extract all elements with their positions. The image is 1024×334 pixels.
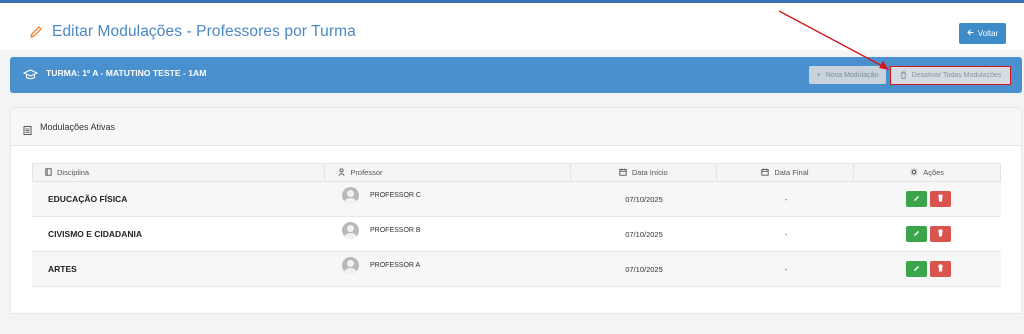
pencil-icon [913, 265, 920, 274]
edit-button[interactable] [905, 226, 927, 242]
header-disciplina[interactable]: Disciplina [33, 164, 326, 181]
page-header: Editar Modulações - Professores por Turm… [0, 3, 1024, 50]
delete-button[interactable] [929, 226, 951, 242]
trash-icon [937, 229, 944, 239]
data-inicio-cell: 07/10/2025 [625, 264, 663, 274]
table-row: ARTES PROFESSOR A 07/10/2025 - [32, 252, 1001, 287]
calendar-icon [619, 168, 627, 178]
user-icon [338, 167, 345, 178]
disciplina-cell: ARTES [48, 264, 77, 274]
data-inicio-cell: 07/10/2025 [625, 229, 663, 239]
trash-icon [937, 264, 944, 274]
page-title: Editar Modulações - Professores por Turm… [52, 23, 356, 40]
data-final-cell: - [784, 229, 788, 239]
delete-button[interactable] [929, 261, 951, 277]
trash-icon [900, 71, 907, 81]
active-modulations-card: Modulações Ativas Disciplina Professor D… [10, 107, 1022, 314]
avatar [342, 222, 359, 239]
back-button[interactable]: Voltar [959, 23, 1006, 44]
pencil-icon [913, 230, 920, 239]
delete-button[interactable] [929, 191, 951, 207]
deactivate-all-label: Desativar Todas Modulações [911, 72, 1002, 79]
book-icon [45, 167, 52, 178]
header-disciplina-label: Disciplina [57, 168, 90, 177]
new-modulation-button[interactable]: + Nova Modulação [809, 66, 886, 84]
new-modulation-label: Nova Modulação [825, 71, 879, 79]
table-row: CIVISMO E CIDADANIA PROFESSOR B 07/10/20… [32, 217, 1001, 252]
header-professor[interactable]: Professor [325, 164, 571, 181]
actions-cell [855, 252, 1001, 286]
data-final-cell: - [784, 264, 788, 274]
graduation-cap-icon [22, 68, 39, 86]
disciplina-cell: EDUCAÇÃO FÍSICA [48, 194, 128, 204]
header-data-final[interactable]: Data Final [717, 164, 855, 181]
professor-name: PROFESSOR C [370, 192, 421, 199]
turma-label: TURMA: 1º A - MATUTINO TESTE - 1AM [46, 68, 207, 78]
pencil-icon [913, 195, 920, 204]
table-header: Disciplina Professor Data Início Data Fi… [32, 163, 1001, 182]
back-button-label: Voltar [977, 29, 999, 38]
gears-icon [910, 168, 918, 178]
professor-cell: PROFESSOR A [325, 252, 571, 286]
turma-bar: TURMA: 1º A - MATUTINO TESTE - 1AM + Nov… [10, 57, 1022, 93]
actions-cell [855, 182, 1001, 216]
card-title: Modulações Ativas [40, 122, 116, 132]
data-final-cell: - [784, 194, 788, 204]
professor-name: PROFESSOR B [370, 227, 421, 234]
disciplina-cell: CIVISMO E CIDADANIA [48, 229, 142, 239]
arrow-left-icon [966, 29, 974, 38]
table-row: EDUCAÇÃO FÍSICA PROFESSOR C 07/10/2025 - [32, 182, 1001, 217]
avatar [342, 187, 359, 204]
avatar [342, 257, 359, 274]
table-body: EDUCAÇÃO FÍSICA PROFESSOR C 07/10/2025 - [32, 182, 1001, 287]
card-header: Modulações Ativas [11, 108, 1021, 146]
pencil-icon [29, 25, 43, 44]
header-acoes-label: Ações [923, 168, 945, 177]
calendar-check-icon [761, 168, 769, 178]
clipboard-list-icon [23, 122, 32, 140]
trash-icon [937, 194, 944, 204]
plus-icon: + [816, 71, 821, 79]
edit-button[interactable] [905, 191, 927, 207]
header-data-final-label: Data Final [774, 168, 809, 177]
header-acoes: Ações [854, 164, 1000, 181]
deactivate-all-button[interactable]: Desativar Todas Modulações [890, 66, 1011, 85]
modulations-table: Disciplina Professor Data Início Data Fi… [32, 163, 1001, 287]
header-data-inicio-label: Data Início [631, 168, 668, 177]
professor-name: PROFESSOR A [370, 262, 421, 269]
edit-button[interactable] [905, 261, 927, 277]
professor-cell: PROFESSOR C [325, 182, 571, 216]
data-inicio-cell: 07/10/2025 [625, 194, 663, 204]
actions-cell [855, 217, 1001, 251]
professor-cell: PROFESSOR B [325, 217, 571, 251]
header-professor-label: Professor [350, 168, 383, 177]
header-data-inicio[interactable]: Data Início [571, 164, 717, 181]
